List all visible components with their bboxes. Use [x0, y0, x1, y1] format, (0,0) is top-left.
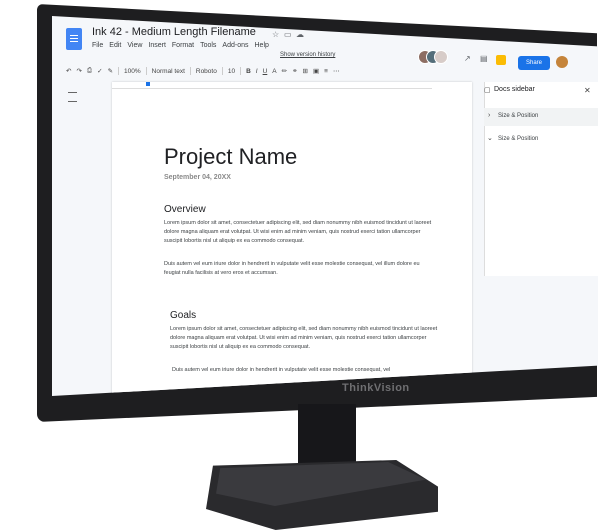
sidebar-item-label: Size & Position: [498, 136, 539, 142]
divider: [145, 67, 147, 75]
menu-format[interactable]: Format: [172, 42, 194, 49]
more-icon[interactable]: ⋯: [333, 67, 340, 75]
paint-format-icon[interactable]: ✎: [108, 67, 113, 75]
chevron-down-icon[interactable]: ⌄: [487, 134, 493, 142]
menu-tools[interactable]: Tools: [200, 42, 216, 49]
link-icon[interactable]: ⚭: [292, 67, 297, 75]
share-label: Share: [525, 60, 542, 66]
divider: [221, 67, 223, 75]
highlight-icon[interactable]: ✏: [282, 67, 287, 75]
font-select[interactable]: Roboto: [196, 68, 217, 75]
document-title[interactable]: Ink 42 - Medium Length Filename: [92, 26, 256, 38]
outline-icon[interactable]: [68, 92, 77, 102]
divider: [189, 67, 191, 75]
align-icon[interactable]: ≡: [324, 68, 328, 75]
formatting-toolbar: ↶ ↷ ⎙ ✓ ✎ 100% Normal text Roboto 10 B I…: [66, 64, 486, 78]
paragraph: Duis autem vel eum iriure dolor in hendr…: [172, 367, 391, 373]
section-heading: Overview: [164, 204, 206, 215]
menu-help[interactable]: Help: [255, 42, 269, 49]
divider: [240, 67, 242, 75]
bold-button[interactable]: B: [246, 68, 251, 75]
zoom-select[interactable]: 100%: [124, 68, 141, 75]
avatar[interactable]: [434, 50, 448, 64]
version-history-link[interactable]: Show version history: [280, 52, 335, 58]
paragraph: Duis autem vel eum iriure dolor in hendr…: [164, 261, 420, 276]
comments-icon[interactable]: ▤: [480, 54, 488, 63]
paragraph: Lorem ipsum dolor sit amet, consectetuer…: [170, 326, 438, 350]
monitor-brand-logo: ThinkVision: [342, 382, 410, 394]
menu-insert[interactable]: Insert: [148, 42, 166, 49]
account-avatar[interactable]: [556, 56, 568, 68]
close-icon[interactable]: ✕: [584, 86, 591, 95]
image-icon[interactable]: ▣: [313, 67, 319, 75]
docs-logo-icon[interactable]: [66, 28, 82, 50]
chevron-right-icon[interactable]: ›: [488, 112, 490, 119]
comment-icon[interactable]: ⊞: [303, 67, 308, 75]
menu-edit[interactable]: Edit: [109, 42, 121, 49]
sidebar-icon: ▢: [484, 87, 491, 94]
ruler[interactable]: [112, 82, 432, 89]
style-select[interactable]: Normal text: [152, 68, 185, 75]
spellcheck-icon[interactable]: ✓: [97, 67, 102, 75]
share-button[interactable]: Share: [518, 56, 550, 70]
redo-icon[interactable]: ↷: [76, 67, 81, 75]
sidebar-item-label: Size & Position: [498, 113, 539, 119]
ruler-indent-marker[interactable]: [146, 82, 150, 86]
page-title: Project Name: [164, 144, 298, 169]
underline-button[interactable]: U: [263, 68, 268, 75]
meet-icon[interactable]: [496, 55, 506, 65]
collaborator-avatars[interactable]: [418, 50, 452, 64]
divider: [118, 67, 120, 75]
star-icon[interactable]: ☆: [272, 30, 279, 39]
italic-button[interactable]: I: [256, 68, 258, 75]
menu-addons[interactable]: Add-ons: [222, 42, 248, 49]
cloud-status-icon[interactable]: ☁: [296, 30, 304, 39]
folder-icon[interactable]: ▭: [284, 30, 292, 39]
paragraph: Lorem ipsum dolor sit amet, consectetuer…: [164, 220, 432, 244]
menu-file[interactable]: File: [92, 42, 103, 49]
font-size-select[interactable]: 10: [228, 68, 235, 75]
menu-view[interactable]: View: [127, 42, 142, 49]
text-color-button[interactable]: A: [272, 68, 276, 75]
page-date: September 04, 20XX: [164, 174, 231, 181]
activity-icon[interactable]: ↗: [464, 54, 471, 63]
section-heading: Goals: [170, 310, 197, 321]
undo-icon[interactable]: ↶: [66, 67, 71, 75]
print-icon[interactable]: ⎙: [87, 67, 92, 75]
menu-bar: File Edit View Insert Format Tools Add-o…: [92, 42, 269, 49]
monitor-screen: Ink 42 - Medium Length Filename ☆ ▭ ☁ Fi…: [52, 16, 598, 396]
sidebar-title: Docs sidebar: [494, 86, 535, 93]
